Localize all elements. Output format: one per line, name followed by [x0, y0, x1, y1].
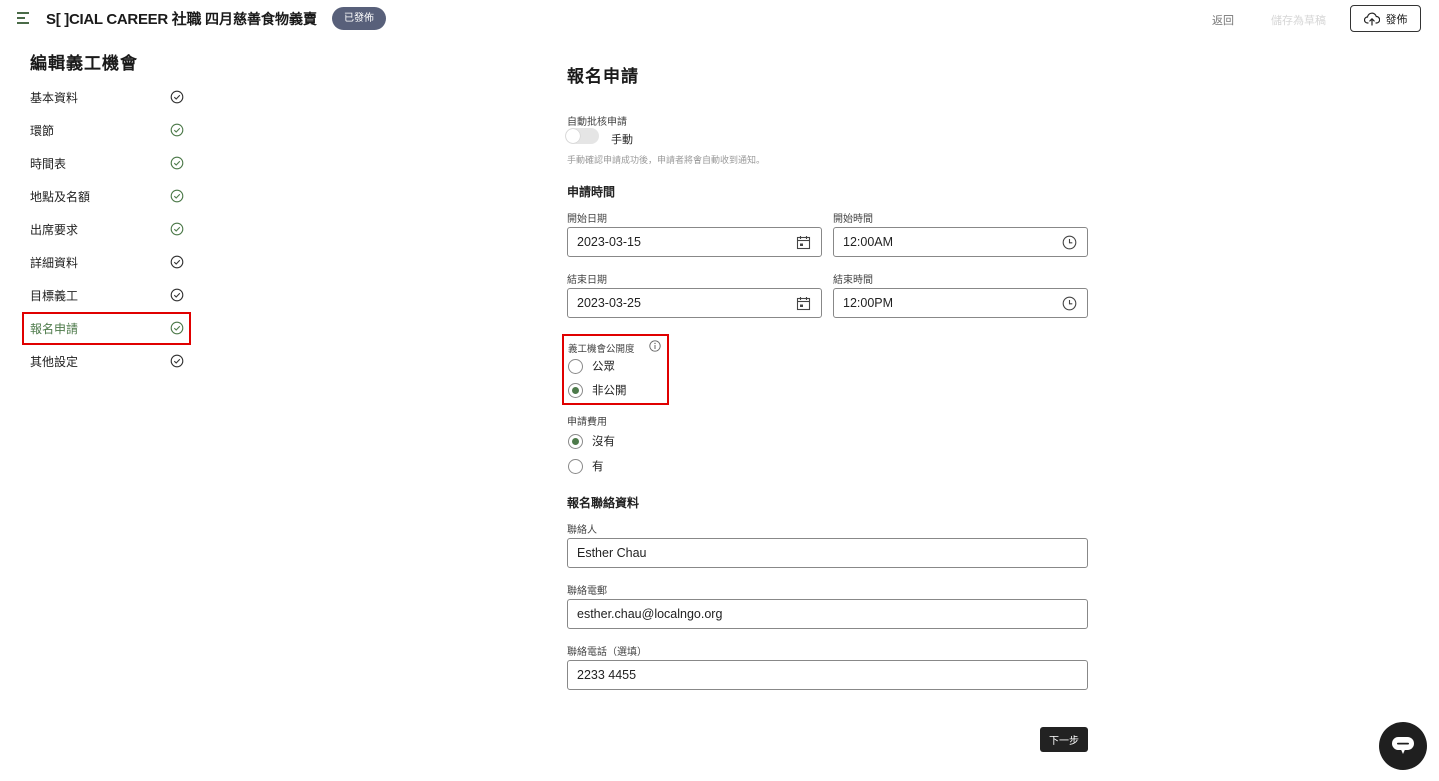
sidebar-item-label: 詳細資料 — [30, 256, 79, 270]
period-title: 申請時間 — [567, 185, 616, 199]
check-circle-icon — [170, 123, 184, 137]
publish-button[interactable]: 發佈 — [1350, 5, 1421, 32]
next-button[interactable]: 下一步 — [1040, 727, 1088, 752]
end-date-field[interactable]: 2023-03-25 — [567, 288, 822, 318]
contact-email-label: 聯絡電郵 — [567, 586, 607, 597]
sidebar-item-label: 地點及名額 — [30, 190, 91, 204]
sidebar-item[interactable]: 環節 — [22, 114, 191, 147]
auto-approve-toggle[interactable] — [565, 128, 599, 144]
visibility-option-label: 非公開 — [592, 383, 627, 397]
contact-phone-input[interactable] — [567, 660, 1088, 690]
radio-button[interactable] — [568, 433, 583, 449]
sidebar-item-label: 出席要求 — [30, 223, 79, 237]
sidebar-item[interactable]: 其他設定 — [22, 345, 191, 378]
chat-bubble-icon — [1392, 737, 1414, 754]
page-title: 報名申請 — [567, 67, 639, 87]
sidebar-item-label: 環節 — [30, 124, 55, 138]
fee-label: 申請費用 — [567, 417, 607, 428]
fee-option-label: 有 — [592, 459, 604, 473]
start-time-field[interactable]: 12:00AM — [833, 227, 1088, 257]
contact-email-input[interactable] — [567, 599, 1088, 629]
sidebar-item[interactable]: 詳細資料 — [22, 246, 191, 279]
clock-icon[interactable] — [1062, 296, 1077, 311]
auto-approve-help: 手動確認申請成功後，申請者將會自動收到通知。 — [567, 156, 766, 166]
info-icon[interactable] — [649, 340, 661, 352]
fee-option-label: 沒有 — [592, 434, 615, 448]
calendar-icon[interactable] — [796, 235, 811, 250]
menu-icon[interactable] — [17, 12, 29, 24]
sidebar-item[interactable]: 時間表 — [22, 147, 191, 180]
cloud-upload-icon — [1363, 12, 1380, 26]
visibility-option-public[interactable]: 公眾 — [568, 356, 615, 376]
start-date-field[interactable]: 2023-03-15 — [567, 227, 822, 257]
visibility-label: 義工機會公開度 — [568, 344, 635, 355]
sidebar-item[interactable]: 基本資料 — [22, 81, 191, 114]
event-title: 四月慈善食物義賣 — [205, 12, 317, 28]
end-date-value: 2023-03-25 — [577, 296, 641, 310]
check-circle-icon — [170, 255, 184, 269]
auto-approve-toggle-label: 手動 — [611, 133, 633, 146]
logo[interactable]: S[ ]CIAL CAREER 社職 — [46, 8, 201, 29]
check-circle-icon — [170, 354, 184, 368]
sidebar-item[interactable]: 出席要求 — [22, 213, 191, 246]
start-date-value: 2023-03-15 — [577, 235, 641, 249]
radio-button[interactable] — [568, 382, 583, 398]
sidebar-item[interactable]: 地點及名額 — [22, 180, 191, 213]
chat-button[interactable] — [1379, 722, 1427, 770]
publish-label: 發佈 — [1385, 12, 1408, 26]
check-circle-icon — [170, 222, 184, 236]
contact-title: 報名聯絡資料 — [567, 496, 640, 510]
sidebar-item[interactable]: 目標義工 — [22, 279, 191, 312]
sidebar-item-label: 基本資料 — [30, 91, 79, 105]
radio-button[interactable] — [568, 358, 583, 374]
check-circle-icon — [170, 90, 184, 104]
sidebar-item-label: 目標義工 — [30, 289, 79, 303]
sidebar-item[interactable]: 報名申請 — [22, 312, 191, 345]
visibility-option-private[interactable]: 非公開 — [568, 380, 627, 400]
back-link[interactable]: 返回 — [1212, 12, 1234, 28]
clock-icon[interactable] — [1062, 235, 1077, 250]
contact-person-input[interactable] — [567, 538, 1088, 568]
sidebar-item-label: 報名申請 — [30, 322, 79, 336]
visibility-option-label: 公眾 — [592, 359, 615, 373]
contact-person-label: 聯絡人 — [567, 525, 597, 536]
calendar-icon[interactable] — [796, 296, 811, 311]
sidebar-item-label: 時間表 — [30, 157, 67, 171]
start-time-value: 12:00AM — [843, 235, 894, 249]
contact-phone-label: 聯絡電話（選填） — [567, 647, 647, 658]
fee-option-yes[interactable]: 有 — [568, 456, 604, 476]
check-circle-icon — [170, 321, 184, 335]
radio-button[interactable] — [568, 458, 583, 474]
end-time-field[interactable]: 12:00PM — [833, 288, 1088, 318]
start-date-label: 開始日期 — [567, 214, 607, 225]
end-date-label: 結束日期 — [567, 275, 607, 286]
check-circle-icon — [170, 156, 184, 170]
auto-approve-label: 自動批核申請 — [567, 117, 627, 128]
check-circle-icon — [170, 288, 184, 302]
end-time-label: 結束時間 — [833, 275, 873, 286]
end-time-value: 12:00PM — [843, 296, 894, 310]
check-circle-icon — [170, 189, 184, 203]
fee-option-none[interactable]: 沒有 — [568, 431, 615, 451]
save-draft-button[interactable]: 儲存為草稿 — [1271, 12, 1326, 28]
top-bar: S[ ]CIAL CAREER 社職 四月慈善食物義賣 已發佈 返回 儲存為草稿… — [0, 0, 1439, 38]
sidebar-title: 編輯義工機會 — [30, 54, 138, 74]
start-time-label: 開始時間 — [833, 214, 873, 225]
status-badge: 已發佈 — [332, 7, 386, 30]
sidebar-item-label: 其他設定 — [30, 355, 79, 369]
